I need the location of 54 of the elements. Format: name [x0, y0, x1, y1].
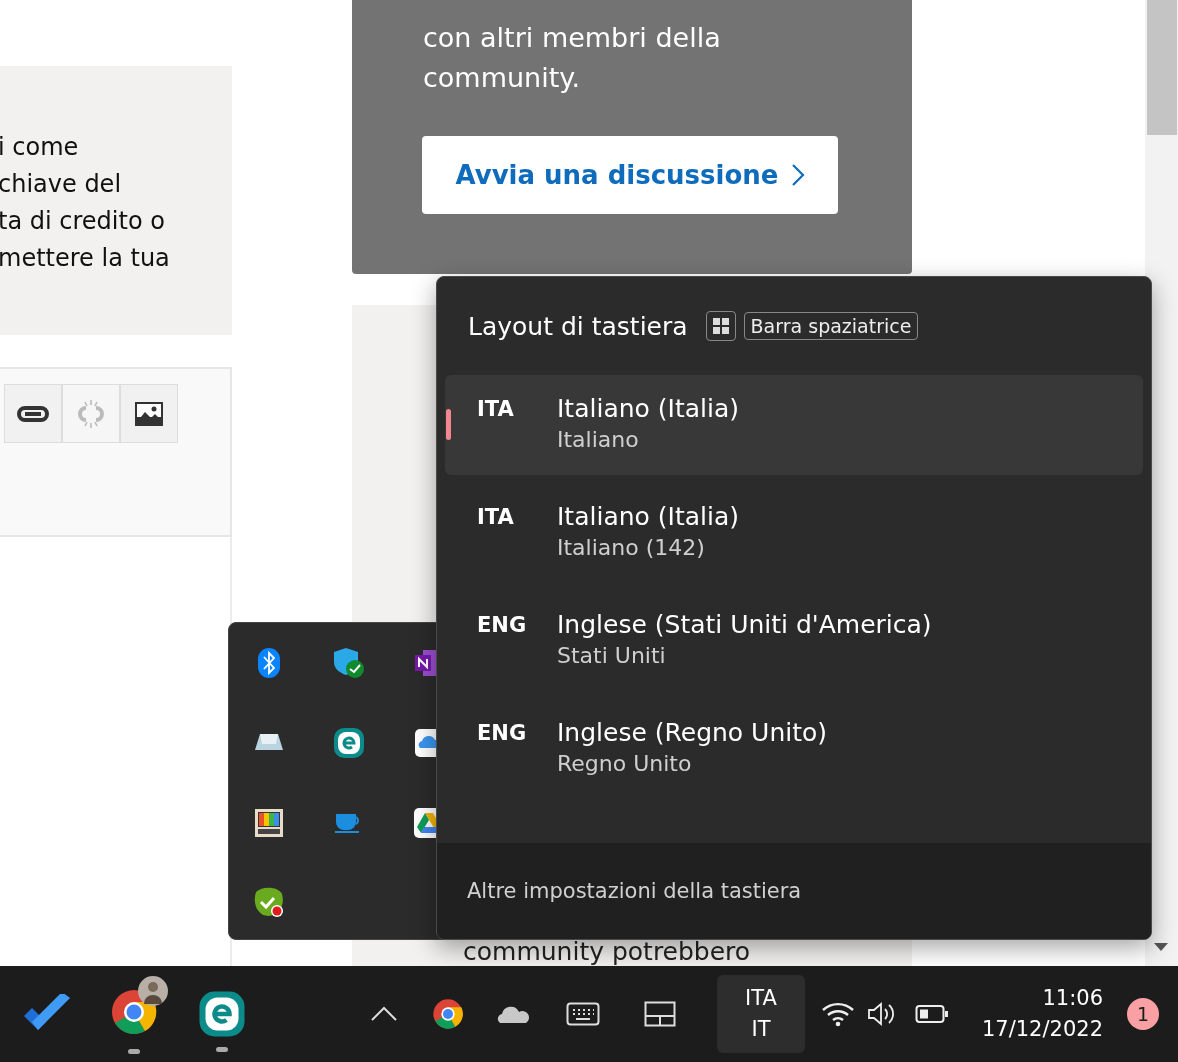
- keyboard-icon[interactable]: [566, 1002, 600, 1026]
- layout-name: Inglese (Regno Unito): [557, 717, 828, 749]
- card-text: chiave del: [0, 169, 123, 200]
- avatar-icon: [138, 976, 168, 1006]
- layout-detail: Stati Uniti: [557, 642, 667, 670]
- show-hidden-icons-icon[interactable]: [370, 1006, 398, 1022]
- card-text: community potrebbero: [463, 938, 751, 966]
- layout-option[interactable]: ENG Inglese (Regno Unito) Regno Unito: [445, 699, 1143, 799]
- image-button[interactable]: [120, 384, 178, 443]
- battery-icon[interactable]: [915, 1004, 949, 1024]
- layout-code: ITA: [477, 504, 515, 531]
- running-indicator: [216, 1047, 228, 1052]
- clock[interactable]: 11:06 17/12/2022: [977, 983, 1103, 1045]
- notification-badge[interactable]: 1: [1127, 998, 1159, 1030]
- layout-code: ENG: [477, 612, 528, 639]
- flyout-title: Layout di tastiera: [468, 311, 688, 341]
- image-icon: [134, 400, 164, 427]
- chevron-right-icon: [790, 163, 805, 187]
- input-indicator[interactable]: ITA IT: [717, 975, 805, 1053]
- chrome-icon[interactable]: [432, 998, 464, 1030]
- keyboard-settings-link[interactable]: Altre impostazioni della tastiera: [467, 879, 802, 903]
- windows-key-icon: [705, 311, 736, 341]
- card-text: community.: [423, 61, 581, 95]
- eset-icon[interactable]: [198, 990, 246, 1038]
- layout-code: ENG: [477, 720, 528, 747]
- color-bars-icon[interactable]: [255, 809, 283, 837]
- layout-name: Inglese (Stati Uniti d'America): [557, 609, 932, 641]
- wifi-icon[interactable]: [821, 1001, 855, 1027]
- running-indicator: [128, 1049, 140, 1054]
- link-button[interactable]: [4, 384, 62, 443]
- bluetooth-icon[interactable]: [257, 647, 281, 679]
- touchpad-icon[interactable]: [644, 1001, 676, 1027]
- layout-detail: Italiano: [557, 426, 640, 454]
- shortcut-key: Barra spaziatrice: [743, 312, 919, 340]
- scrollbar-thumb[interactable]: [1146, 0, 1177, 135]
- check-badge-icon[interactable]: [252, 886, 286, 920]
- layout-name: Italiano (Italia): [557, 501, 739, 533]
- layout-option[interactable]: ENG Inglese (Stati Uniti d'America) Stati Uniti: [445, 591, 1143, 691]
- layout-option[interactable]: ITA Italiano (Italia) Italiano (142): [445, 483, 1143, 583]
- card-text: con altri membri della: [423, 21, 722, 55]
- layout-detail: Regno Unito: [557, 750, 693, 778]
- link-icon: [16, 403, 50, 424]
- layout-detail: Italiano (142): [557, 534, 706, 562]
- shield-check-icon[interactable]: [332, 647, 366, 679]
- layout-code: ITA: [477, 396, 515, 423]
- card-text: mettere la tua: [0, 243, 171, 274]
- speaker-icon[interactable]: [867, 1000, 897, 1028]
- selection-indicator: [446, 409, 451, 440]
- scroll-down-icon[interactable]: [1153, 942, 1169, 952]
- eset-icon[interactable]: [333, 727, 365, 759]
- card-text: i come: [0, 132, 80, 163]
- layout-name: Italiano (Italia): [557, 393, 739, 425]
- layout-option[interactable]: ITA Italiano (Italia) Italiano: [445, 375, 1143, 475]
- start-discussion-button[interactable]: Avvia una discussione: [422, 136, 838, 214]
